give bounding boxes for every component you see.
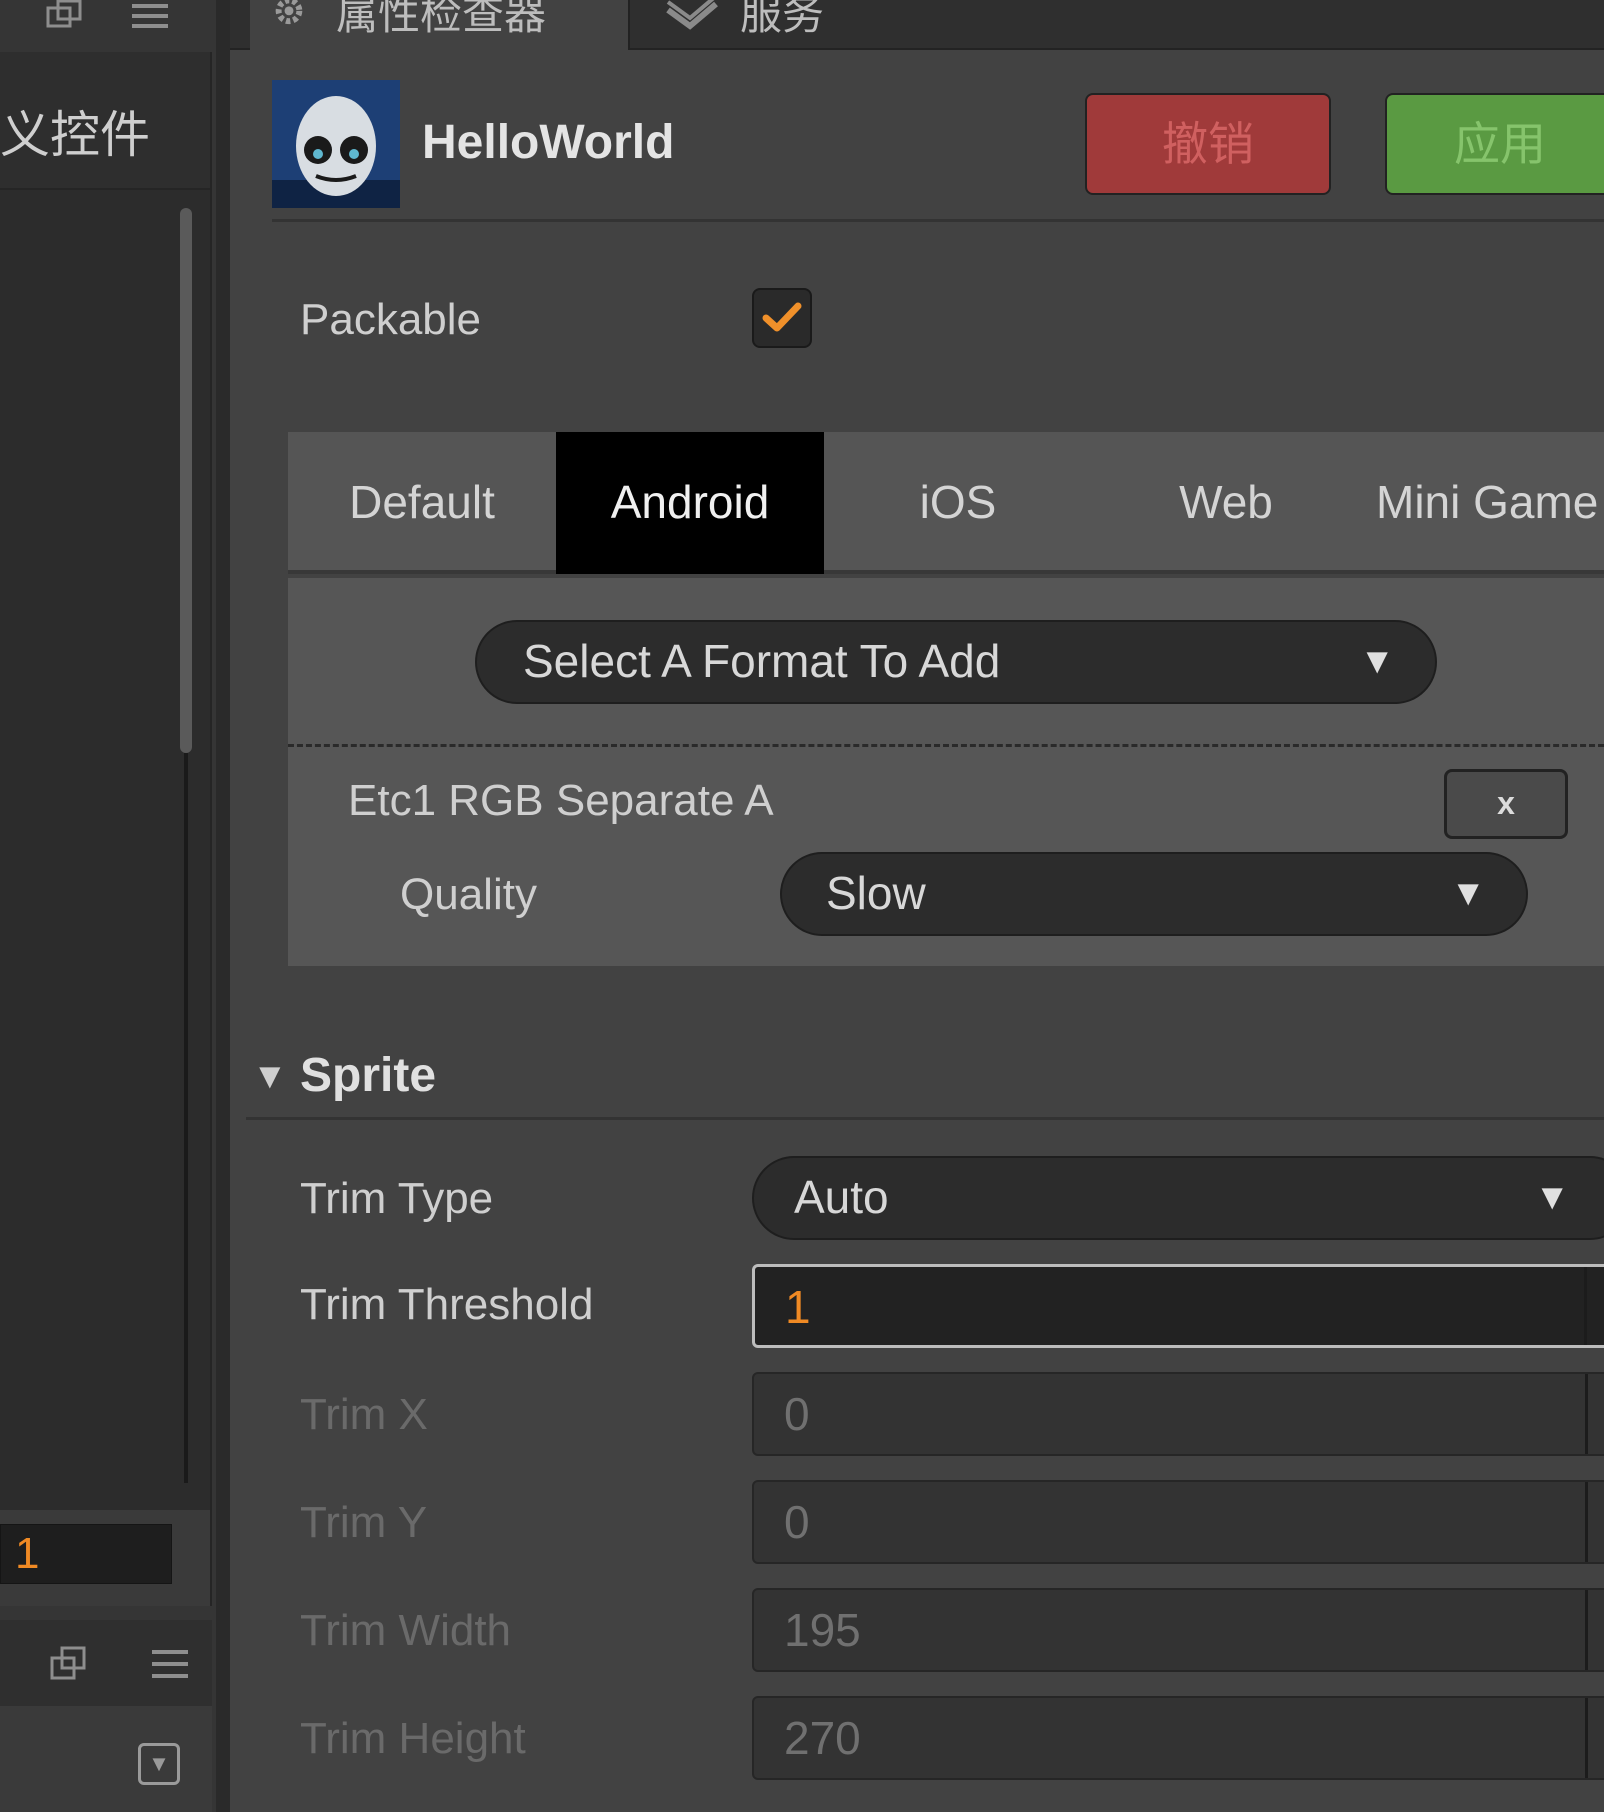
trim-type-select[interactable]: Auto ▼ — [752, 1156, 1604, 1240]
tab-web[interactable]: Web — [1092, 432, 1360, 574]
collapse-icon[interactable]: ▼ — [138, 1743, 180, 1785]
asset-thumbnail-icon — [272, 80, 400, 208]
menu-icon[interactable] — [150, 1648, 190, 1687]
trim-type-value: Auto — [794, 1171, 889, 1223]
trim-x-label: Trim X — [300, 1390, 428, 1439]
dropdown-arrow-icon: ▼ — [1450, 872, 1486, 913]
left-scrollbar[interactable] — [180, 208, 192, 753]
tab-inspector-label: 属性检查器 — [336, 0, 547, 38]
trim-x-field: 0 ▲▼ — [752, 1372, 1604, 1456]
trim-threshold-field[interactable]: 1 ▲▼ — [752, 1264, 1604, 1348]
trim-y-stepper: ▲▼ — [1585, 1482, 1604, 1562]
left-toolbar — [0, 1620, 212, 1706]
tab-mini-game[interactable]: Mini Game — [1360, 432, 1604, 574]
trim-y-label: Trim Y — [300, 1498, 428, 1547]
format-select[interactable]: Select A Format To Add ▼ — [475, 620, 1437, 704]
gear-icon — [262, 0, 316, 37]
trim-width-stepper: ▲▼ — [1585, 1590, 1604, 1670]
remove-format-button[interactable]: x — [1444, 769, 1568, 839]
trim-threshold-stepper[interactable]: ▲▼ — [1584, 1267, 1604, 1345]
trim-x-value: 0 — [784, 1388, 810, 1440]
packable-label: Packable — [300, 295, 482, 344]
tab-default[interactable]: Default — [288, 432, 556, 574]
tab-services[interactable]: 服务 — [640, 0, 940, 50]
menu-icon[interactable] — [130, 0, 170, 36]
tab-services-label: 服务 — [740, 0, 825, 38]
format-select-label: Select A Format To Add — [523, 635, 1001, 687]
quality-label: Quality — [400, 870, 537, 919]
left-panel-title: 义控件 — [0, 107, 150, 163]
trim-width-label: Trim Width — [300, 1606, 512, 1655]
dropdown-arrow-icon: ▼ — [1359, 640, 1395, 681]
tab-mini-game-label: Mini Game — [1376, 476, 1599, 528]
asset-name: HelloWorld — [422, 116, 675, 169]
trim-width-value: 195 — [784, 1604, 861, 1656]
tab-ios[interactable]: iOS — [824, 432, 1092, 574]
dropdown-arrow-icon: ▼ — [1534, 1176, 1570, 1217]
tab-android[interactable]: Android — [556, 432, 824, 574]
revert-button[interactable]: 撤销 — [1085, 93, 1331, 195]
trim-threshold-value: 1 — [785, 1281, 811, 1333]
trim-threshold-label: Trim Threshold — [300, 1280, 594, 1329]
trim-type-label: Trim Type — [300, 1174, 494, 1223]
left-number-field[interactable]: 1 — [0, 1524, 172, 1584]
panel-divider[interactable] — [216, 0, 230, 1812]
trim-x-stepper: ▲▼ — [1585, 1374, 1604, 1454]
trim-height-field: 270 ▲▼ — [752, 1696, 1604, 1780]
trim-y-value: 0 — [784, 1496, 810, 1548]
sprite-section-title[interactable]: Sprite — [300, 1048, 436, 1103]
trim-y-field: 0 ▲▼ — [752, 1480, 1604, 1564]
format-divider — [288, 744, 1604, 747]
left-footer — [0, 1706, 212, 1812]
window-icon[interactable] — [50, 1644, 88, 1689]
packable-checkbox[interactable] — [752, 288, 812, 348]
quality-select-value: Slow — [826, 867, 926, 919]
quality-select[interactable]: Slow ▼ — [780, 852, 1528, 936]
window-icon[interactable] — [46, 0, 84, 36]
trim-height-stepper: ▲▼ — [1585, 1698, 1604, 1778]
collapse-arrow-icon[interactable]: ▼ — [252, 1055, 288, 1097]
checkmark-icon — [762, 297, 802, 346]
trim-width-field: 195 ▲▼ — [752, 1588, 1604, 1672]
format-name: Etc1 RGB Separate A — [348, 776, 774, 825]
trim-height-value: 270 — [784, 1712, 861, 1764]
trim-height-label: Trim Height — [300, 1714, 526, 1763]
services-icon — [662, 0, 722, 35]
tab-inspector[interactable]: 属性检查器 — [250, 0, 630, 50]
header-divider — [272, 219, 1604, 222]
sprite-divider — [246, 1117, 1604, 1120]
left-divider-line — [184, 753, 188, 1483]
apply-button[interactable]: 应用 — [1385, 93, 1604, 195]
